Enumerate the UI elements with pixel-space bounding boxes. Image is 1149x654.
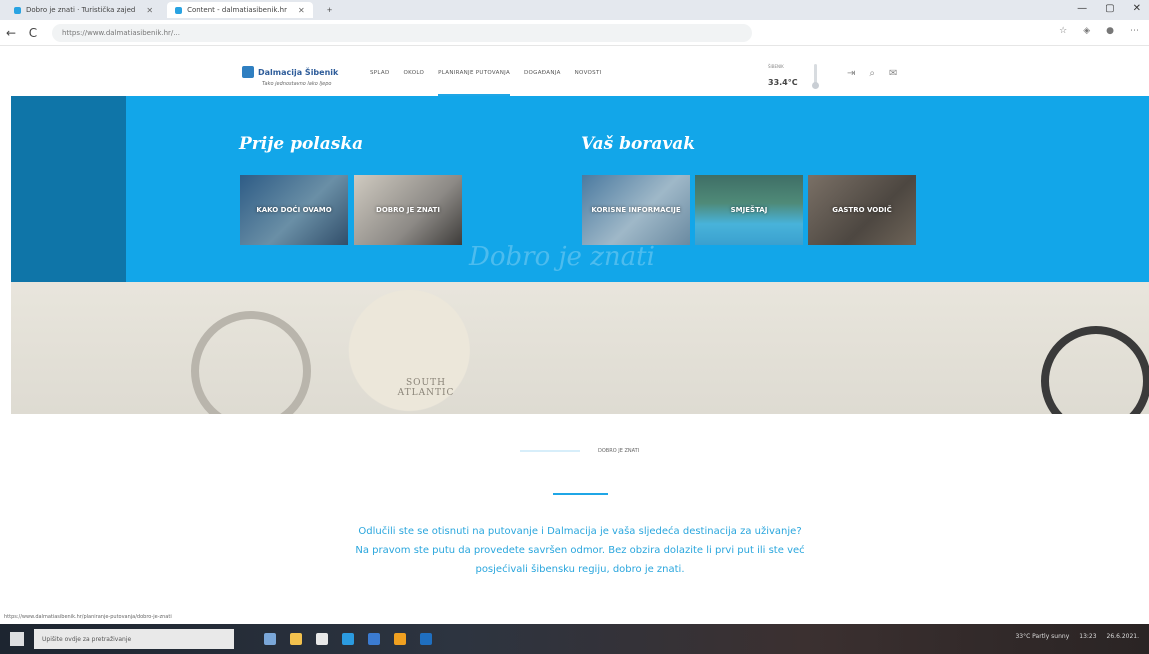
card-good-to-know[interactable]: DOBRO JE ZNATI	[354, 175, 462, 245]
close-tab-icon[interactable]: ✕	[146, 6, 153, 15]
file-explorer-icon[interactable]	[290, 633, 302, 645]
close-tab-icon[interactable]: ✕	[298, 6, 305, 15]
reload-button[interactable]: C	[22, 26, 44, 40]
browser-tab-active[interactable]: Content - dalmatiasibenik.hr ✕	[167, 2, 313, 18]
close-window-button[interactable]: ✕	[1133, 3, 1141, 14]
weather-widget: ŠIBENIK 33.4°C	[768, 64, 828, 92]
browser-tab-bar: Dobro je znati · Turistička zajed ✕ Conte…	[0, 0, 1149, 20]
browser-toolbar-icons: ☆ ◈ ● ⋯	[1059, 26, 1139, 36]
camera-lens-image	[1041, 326, 1149, 414]
nav-item-active[interactable]: PLANIRANJE PUTOVANJA	[438, 70, 511, 96]
favicon-icon	[175, 6, 183, 14]
logo-text: Dalmacija Šibenik	[258, 67, 339, 77]
hero-section: SOUTH ATLANTIC Prije polaska Vaš boravak…	[11, 96, 1149, 414]
mail-app-icon[interactable]	[368, 633, 380, 645]
card-how-to-get-here[interactable]: KAKO DOĆI OVAMO	[240, 175, 348, 245]
intro-text: Odlučili ste se otisnuti na putovanje i …	[355, 526, 805, 575]
logo-icon	[242, 66, 254, 78]
windows-taskbar: Upišite ovdje za pretraživanje 33°C Part…	[0, 624, 1149, 654]
app-icon[interactable]	[394, 633, 406, 645]
card-useful-info[interactable]: KORISNE INFORMACIJE	[582, 175, 690, 245]
breadcrumb-line	[520, 450, 580, 452]
share-icon[interactable]: ⇥	[847, 68, 855, 79]
temperature: 33.4°C	[768, 78, 798, 87]
task-view-icon[interactable]	[264, 633, 276, 645]
app-icon[interactable]	[420, 633, 432, 645]
section-title-before: Prije polaska	[239, 134, 364, 154]
taskbar-search[interactable]: Upišite ovdje za pretraživanje	[34, 629, 234, 649]
minimize-button[interactable]: —	[1077, 3, 1087, 14]
section-title-stay: Vaš boravak	[581, 134, 696, 154]
profile-icon[interactable]: ●	[1106, 26, 1114, 36]
weather-location: ŠIBENIK	[768, 64, 784, 69]
nav-item[interactable]: DOGAĐANJA	[524, 70, 561, 96]
taskbar-apps	[264, 633, 432, 645]
favicon-icon	[14, 6, 21, 14]
address-bar-row: ← C https://www.dalmatiasibenik.hr/... ☆…	[0, 20, 1149, 46]
edge-icon[interactable]	[342, 633, 354, 645]
card-accommodation[interactable]: SMJEŠTAJ	[695, 175, 803, 245]
store-icon[interactable]	[316, 633, 328, 645]
section-divider	[553, 493, 608, 495]
magnifier-image	[191, 311, 311, 414]
card-gastro-guide[interactable]: GASTRO VODIČ	[808, 175, 916, 245]
nav-item[interactable]: SPLAD	[370, 70, 390, 96]
breadcrumb: DOBRO JE ZNATI	[520, 448, 639, 454]
site-header: Dalmacija Šibenik Tako jednostavno lako …	[0, 46, 1149, 96]
menu-icon[interactable]: ⋯	[1130, 26, 1139, 36]
header-icons: ⇥ ⌕ ✉	[847, 68, 897, 79]
search-icon[interactable]: ⌕	[869, 68, 875, 79]
breadcrumb-label: DOBRO JE ZNATI	[598, 448, 640, 454]
thermometer-icon	[812, 64, 819, 90]
tab-label: Dobro je znati · Turistička zajed	[26, 6, 136, 14]
tray-date[interactable]: 26.6.2021.	[1107, 633, 1139, 640]
favorites-icon[interactable]: ☆	[1059, 26, 1067, 36]
extensions-icon[interactable]: ◈	[1083, 26, 1090, 36]
map-label: SOUTH ATLANTIC	[397, 378, 455, 398]
maximize-button[interactable]: ▢	[1105, 3, 1114, 14]
main-nav: SPLAD OKOLO PLANIRANJE PUTOVANJA DOGAĐAN…	[370, 70, 602, 96]
site-logo[interactable]: Dalmacija Šibenik	[242, 66, 338, 78]
nav-item[interactable]: OKOLO	[404, 70, 425, 96]
url-field[interactable]: https://www.dalmatiasibenik.hr/...	[52, 23, 752, 42]
windows-start-icon[interactable]	[10, 632, 24, 646]
new-tab-button[interactable]: +	[319, 2, 341, 18]
system-tray: 33°C Partly sunny 13:23 26.6.2021.	[1015, 633, 1139, 640]
back-button[interactable]: ←	[0, 26, 22, 40]
nav-item[interactable]: NOVOSTI	[575, 70, 602, 96]
hero-blue-band: Prije polaska Vaš boravak KAKO DOĆI OVAM…	[11, 96, 1149, 282]
hero-decor	[11, 96, 126, 282]
tab-label: Content - dalmatiasibenik.hr	[187, 6, 287, 14]
tray-time[interactable]: 13:23	[1079, 633, 1096, 640]
window-controls: — ▢ ✕	[1077, 3, 1141, 14]
tray-weather[interactable]: 33°C Partly sunny	[1015, 633, 1069, 640]
logo-tagline: Tako jednostavno lako ljepo	[262, 81, 332, 87]
browser-tab[interactable]: Dobro je znati · Turistička zajed ✕	[6, 2, 161, 18]
mail-icon[interactable]: ✉	[889, 68, 897, 79]
hero-watermark: Dobro je znati	[469, 242, 655, 272]
link-status-bar: https://www.dalmatiasibenik.hr/planiranj…	[4, 614, 172, 620]
